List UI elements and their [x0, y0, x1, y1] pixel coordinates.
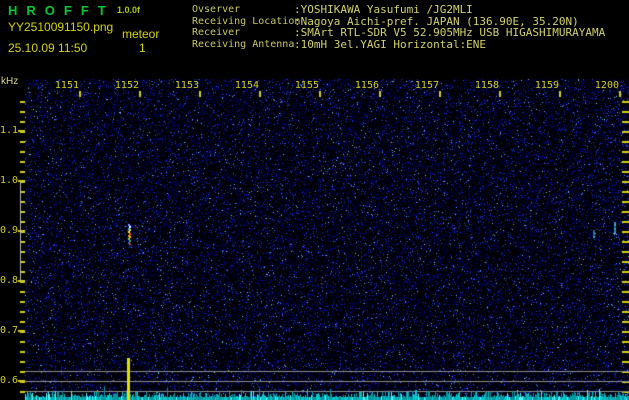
observer-info-row: Receiver :SMArt RTL-SDR V5 52.905MHz USB … [192, 27, 605, 39]
info-label: Receiver [192, 27, 241, 38]
time-tick-label: 1151 [54, 80, 79, 91]
time-tick-label: 1158 [474, 80, 499, 91]
info-label: Receiving Antenna [192, 38, 295, 50]
spectrogram-canvas [0, 0, 629, 400]
time-tick-label: 1159 [534, 80, 559, 91]
app-version: 1.0.0f [117, 5, 141, 15]
time-tick-label: 1200 [594, 80, 619, 91]
freq-tick-label: 0.6 [0, 375, 19, 386]
freq-tick-label: 0.8 [0, 275, 19, 286]
freq-tick-label: 0.7 [0, 325, 19, 336]
info-value: :SMArt RTL-SDR V5 52.905MHz USB HIGASHIM… [294, 26, 606, 39]
meteor-count: 1 [139, 41, 146, 55]
hrofft-output-image: HROFFT 1.0.0f YY2510091150.png meteor 25… [0, 0, 629, 400]
freq-unit-label: kHz [1, 76, 19, 87]
file-datetime: 25.10.09 11:50 [8, 41, 88, 55]
info-label: Ovserver [192, 4, 241, 15]
info-value: :YOSHIKAWA Yasufumi /JG2MLI [294, 3, 473, 16]
time-tick-label: 1156 [354, 80, 379, 91]
output-filename: YY2510091150.png [8, 20, 114, 34]
time-tick-label: 1155 [294, 80, 319, 91]
freq-tick-label: 0.9 [0, 225, 19, 236]
info-label: Receiving Location [192, 15, 301, 27]
observer-info-block: Ovserver :YOSHIKAWA Yasufumi /JG2MLI Rece… [192, 4, 605, 50]
freq-tick-label: 1.0 [0, 175, 19, 186]
time-tick-label: 1153 [174, 80, 199, 91]
time-tick-label: 1154 [234, 80, 259, 91]
time-tick-label: 1152 [114, 80, 139, 91]
info-value: :10mH 3el.YAGI Horizontal:ENE [294, 37, 487, 51]
time-tick-label: 1157 [414, 80, 439, 91]
app-title: HROFFT [8, 3, 115, 18]
freq-tick-label: 1.1 [0, 125, 19, 136]
mode-label: meteor [122, 27, 160, 41]
observer-info-row: Receiving Antenna:10mH 3el.YAGI Horizont… [192, 37, 605, 51]
observer-info-row: Ovserver :YOSHIKAWA Yasufumi /JG2MLI [192, 4, 605, 16]
